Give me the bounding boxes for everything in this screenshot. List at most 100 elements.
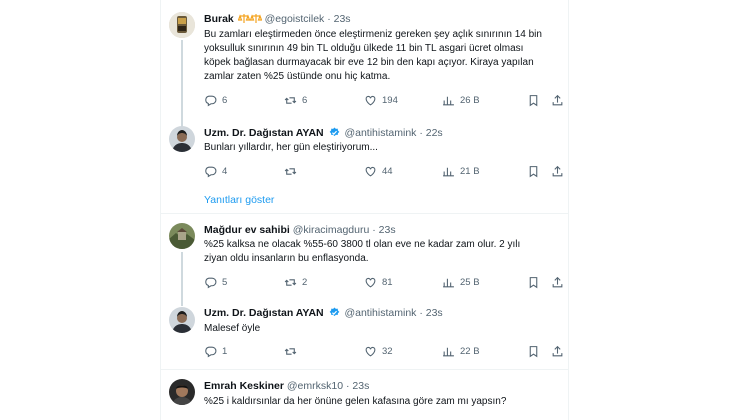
timestamp[interactable]: · 23s [419,307,442,319]
tweet-text-line: Bu zamları eleştirmeden önce eleştirmeni… [204,29,542,40]
share-icon [552,276,563,288]
tweet-reply-ayan-2[interactable]: Uzm. Dr. Dağıstan AYAN @antihistamink · … [161,302,568,370]
reply-button[interactable]: 5 [204,276,227,289]
reply-count: 1 [222,346,228,357]
share-button[interactable] [551,94,564,107]
tweet-text-line: Malesef öyle [204,323,261,334]
avatar[interactable] [169,126,195,152]
thread-line [181,40,183,128]
tweet-magdur[interactable]: Mağdur ev sahibi @kiracimagduru · 23s %2… [161,214,568,306]
share-button[interactable] [551,276,564,289]
bookmark-button[interactable] [527,345,540,358]
views-button[interactable]: 22 B [442,345,480,358]
like-icon [365,346,376,357]
action-bar: 1 32 22 B [204,345,563,359]
retweet-button[interactable] [284,165,302,178]
views-button[interactable]: 21 B [442,165,480,178]
reply-count: 5 [222,277,228,288]
reply-count: 4 [222,166,228,177]
tweet-text-line: ziyan oldu insanların bu enflasyonda. [204,253,369,264]
action-bar: 5 2 81 25 B [204,276,563,290]
bookmark-icon [529,277,538,289]
views-icon [443,347,454,357]
timestamp[interactable]: · 23s [327,13,350,25]
thread-line [181,252,183,306]
reply-icon [205,166,217,178]
view-count: 25 B [460,277,480,288]
share-icon [552,94,563,106]
tweet-text: %25 kalksa ne olacak %55-60 3800 tl olan… [204,238,554,266]
like-count: 32 [382,346,393,357]
view-count: 22 B [460,346,480,357]
retweet-button[interactable]: 6 [284,94,307,107]
avatar[interactable] [169,223,195,249]
author-handle[interactable]: @egoistcilek [265,13,325,25]
tweet-emrah[interactable]: Emrah Keskiner @emrksk10 · 23s %25 i kal… [161,370,568,420]
retweet-count: 6 [302,95,308,106]
tweet-text: Bu zamları eleştirmeden önce eleştirmeni… [204,28,554,84]
tweet-text-line: köpek bağlasan durmayacak bir eve 12 bin… [204,57,534,68]
retweet-button[interactable]: 2 [284,276,307,289]
share-button[interactable] [551,345,564,358]
avatar[interactable] [169,12,195,38]
share-button[interactable] [551,165,564,178]
views-button[interactable]: 26 B [442,94,480,107]
like-count: 44 [382,166,393,177]
timestamp[interactable]: · 23s [372,224,395,236]
share-icon [552,345,563,357]
bookmark-button[interactable] [527,276,540,289]
avatar[interactable] [169,307,195,333]
show-replies-link[interactable]: Yanıtları göster [204,194,274,206]
views-icon [443,167,454,177]
action-bar: 4 44 21 B [204,165,563,179]
view-count: 26 B [460,95,480,106]
tweet-text: Malesef öyle [204,322,554,336]
like-button[interactable]: 81 [364,276,393,289]
bookmark-icon [529,166,538,178]
like-icon [365,166,376,177]
author-handle[interactable]: @kiracimagduru [293,224,370,236]
view-count: 21 B [460,166,480,177]
bookmark-button[interactable] [527,94,540,107]
share-icon [552,165,563,177]
timestamp[interactable]: · 23s [346,380,369,392]
author-handle[interactable]: @antihistamink [344,307,416,319]
retweet-count: 2 [302,277,308,288]
verified-icon [329,307,340,322]
author-name[interactable]: Mağdur ev sahibi [204,224,290,236]
reply-icon [205,277,217,289]
tweet-text-line: zamlar zaten %25 üstünde onu hiç katma. [204,71,391,82]
verified-icon [329,127,340,142]
author-name[interactable]: Uzm. Dr. Dağıstan AYAN [204,127,324,139]
reply-button[interactable]: 6 [204,94,227,107]
timeline-column: Burak @egoistcilek · 23s Bu zamları eleş… [160,0,569,420]
timestamp[interactable]: · 22s [419,127,442,139]
author-name[interactable]: Emrah Keskiner [204,380,284,392]
retweet-icon [284,168,297,175]
reply-button[interactable]: 4 [204,165,227,178]
tweet-reply-ayan[interactable]: Uzm. Dr. Dağıstan AYAN @antihistamink · … [161,120,568,215]
reply-button[interactable]: 1 [204,345,227,358]
like-button[interactable]: 44 [364,165,393,178]
tweet-text-line: yoksulluk sınırının 49 bin TL olduğu ülk… [204,43,524,54]
tweet-text-line: %25 kalksa ne olacak %55-60 3800 tl olan… [204,239,521,250]
tweet-text-line: Bunları yıllardır, her gün eleştiriyorum… [204,142,378,153]
bookmark-icon [529,95,538,107]
views-icon [443,96,454,106]
author-handle[interactable]: @emrksk10 [287,380,343,392]
author-handle[interactable]: @antihistamink [344,127,416,139]
retweet-button[interactable] [284,345,302,358]
avatar[interactable] [169,379,195,405]
tweet-text: %25 i kaldırsınlar da her önüne gelen ka… [204,395,554,409]
action-bar: 6 6 194 26 B [204,94,563,108]
tweet-burak[interactable]: Burak @egoistcilek · 23s Bu zamları eleş… [161,0,568,128]
like-button[interactable]: 32 [364,345,393,358]
bookmark-button[interactable] [527,165,540,178]
author-name[interactable]: Burak [204,13,234,25]
like-count: 194 [382,95,398,106]
retweet-icon [284,348,297,355]
like-icon [365,277,376,288]
author-name[interactable]: Uzm. Dr. Dağıstan AYAN [204,307,324,319]
views-button[interactable]: 25 B [442,276,480,289]
like-button[interactable]: 194 [364,94,398,107]
